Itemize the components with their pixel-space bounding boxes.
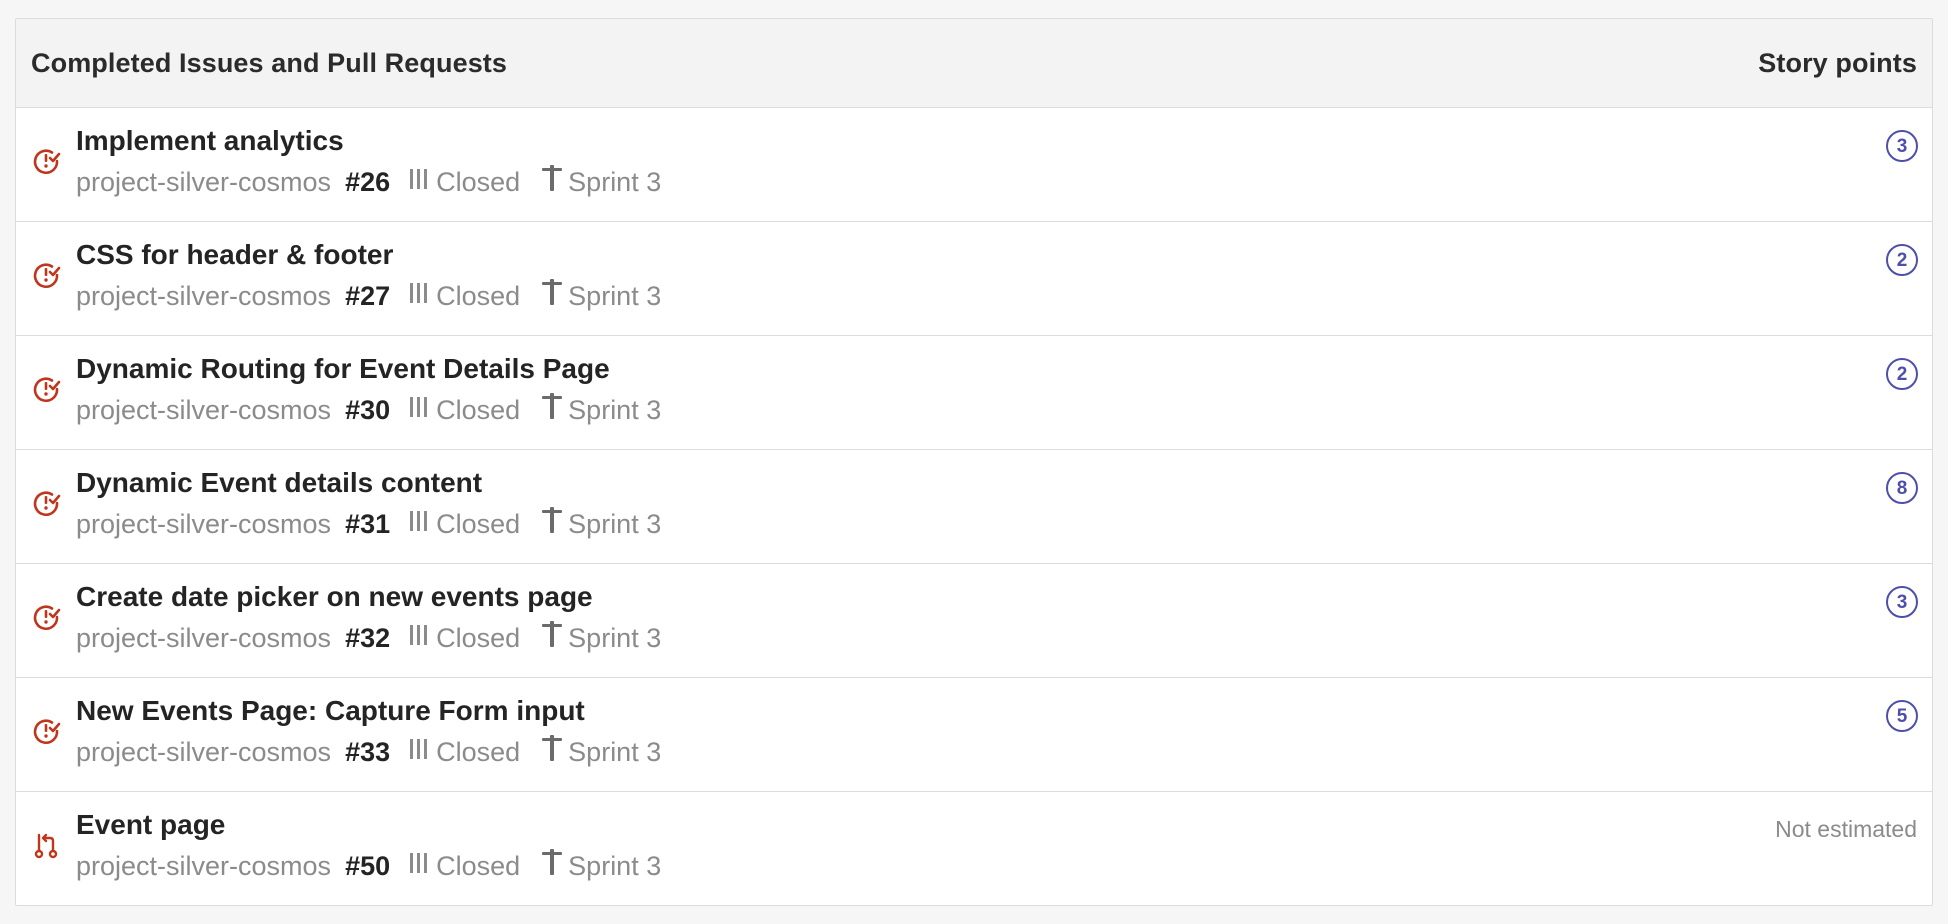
issue-repo[interactable]: project-silver-cosmos — [76, 165, 331, 199]
story-points-badge[interactable]: 2 — [1886, 358, 1918, 390]
issue-state: Closed — [436, 623, 521, 653]
issue-title[interactable]: Event page — [76, 808, 1812, 842]
pipeline-icon — [408, 279, 436, 313]
sprint-icon — [540, 734, 568, 770]
issue-number[interactable]: #26 — [345, 165, 390, 199]
sprint-icon — [540, 620, 568, 656]
pull-request-row[interactable]: Event page project-silver-cosmos #50 Clo… — [16, 792, 1932, 904]
panel-header: Completed Issues and Pull Requests Story… — [16, 19, 1932, 108]
issue-sprint[interactable]: Sprint 3 — [568, 165, 661, 199]
issue-row[interactable]: CSS for header & footer project-silver-c… — [16, 222, 1932, 336]
pipeline-icon — [408, 507, 436, 541]
issue-body: New Events Page: Capture Form input proj… — [76, 694, 1812, 770]
issue-body: CSS for header & footer project-silver-c… — [76, 238, 1812, 314]
sprint-icon — [540, 848, 568, 884]
issue-repo[interactable]: project-silver-cosmos — [76, 849, 331, 883]
pipeline-icon — [408, 621, 436, 655]
issue-body: Create date picker on new events page pr… — [76, 580, 1812, 656]
issue-meta: project-silver-cosmos #27 Closed Sprint … — [76, 278, 1812, 314]
pull-request-icon — [31, 830, 61, 860]
issue-repo[interactable]: project-silver-cosmos — [76, 621, 331, 655]
sprint-icon — [540, 164, 568, 200]
story-points-badge[interactable]: 3 — [1886, 586, 1918, 618]
issue-number[interactable]: #33 — [345, 735, 390, 769]
issue-list: Implement analytics project-silver-cosmo… — [16, 108, 1932, 904]
issue-state: Closed — [436, 167, 521, 197]
issue-meta: project-silver-cosmos #33 Closed Sprint … — [76, 734, 1812, 770]
issue-row[interactable]: Create date picker on new events page pr… — [16, 564, 1932, 678]
issue-body: Implement analytics project-silver-cosmo… — [76, 124, 1812, 200]
issue-sprint[interactable]: Sprint 3 — [568, 849, 661, 883]
issue-title[interactable]: CSS for header & footer — [76, 238, 1812, 272]
issue-number[interactable]: #50 — [345, 849, 390, 883]
sprint-icon — [540, 506, 568, 542]
completed-issues-panel: Completed Issues and Pull Requests Story… — [15, 18, 1933, 906]
issue-state: Closed — [436, 509, 521, 539]
issue-meta: project-silver-cosmos #50 Closed Sprint … — [76, 848, 1812, 884]
issue-closed-icon — [31, 602, 61, 632]
issue-closed-icon — [31, 146, 61, 176]
issue-sprint[interactable]: Sprint 3 — [568, 621, 661, 655]
pipeline-icon — [408, 735, 436, 769]
issue-title[interactable]: Implement analytics — [76, 124, 1812, 158]
issue-meta: project-silver-cosmos #31 Closed Sprint … — [76, 506, 1812, 542]
issue-closed-icon — [31, 488, 61, 518]
issue-number[interactable]: #32 — [345, 621, 390, 655]
panel-title: Completed Issues and Pull Requests — [31, 47, 508, 78]
issue-row[interactable]: Implement analytics project-silver-cosmo… — [16, 108, 1932, 222]
pipeline-icon — [408, 849, 436, 883]
story-points-badge[interactable]: 5 — [1886, 700, 1918, 732]
issue-state: Closed — [436, 737, 521, 767]
issue-repo[interactable]: project-silver-cosmos — [76, 507, 331, 541]
issue-number[interactable]: #31 — [345, 507, 390, 541]
story-points-badge[interactable]: 3 — [1886, 130, 1918, 162]
issue-closed-icon — [31, 716, 61, 746]
story-points-badge[interactable]: 8 — [1886, 472, 1918, 504]
issue-state: Closed — [436, 395, 521, 425]
issue-title[interactable]: Dynamic Event details content — [76, 466, 1812, 500]
issue-repo[interactable]: project-silver-cosmos — [76, 393, 331, 427]
issue-state: Closed — [436, 281, 521, 311]
pipeline-icon — [408, 393, 436, 427]
issue-number[interactable]: #30 — [345, 393, 390, 427]
sprint-icon — [540, 392, 568, 428]
issue-meta: project-silver-cosmos #30 Closed Sprint … — [76, 392, 1812, 428]
issue-row[interactable]: New Events Page: Capture Form input proj… — [16, 678, 1932, 792]
issue-title[interactable]: Create date picker on new events page — [76, 580, 1812, 614]
pipeline-icon — [408, 165, 436, 199]
story-points-not-estimated[interactable]: Not estimated — [1775, 816, 1917, 843]
issue-closed-icon — [31, 374, 61, 404]
issue-row[interactable]: Dynamic Event details content project-si… — [16, 450, 1932, 564]
issue-body: Dynamic Routing for Event Details Page p… — [76, 352, 1812, 428]
story-points-column-label: Story points — [1758, 47, 1917, 78]
issue-closed-icon — [31, 260, 61, 290]
issue-meta: project-silver-cosmos #32 Closed Sprint … — [76, 620, 1812, 656]
issue-sprint[interactable]: Sprint 3 — [568, 279, 661, 313]
issue-meta: project-silver-cosmos #26 Closed Sprint … — [76, 164, 1812, 200]
issue-body: Event page project-silver-cosmos #50 Clo… — [76, 808, 1812, 884]
issue-repo[interactable]: project-silver-cosmos — [76, 279, 331, 313]
issue-title[interactable]: New Events Page: Capture Form input — [76, 694, 1812, 728]
issue-sprint[interactable]: Sprint 3 — [568, 507, 661, 541]
issue-sprint[interactable]: Sprint 3 — [568, 735, 661, 769]
issue-repo[interactable]: project-silver-cosmos — [76, 735, 331, 769]
issue-sprint[interactable]: Sprint 3 — [568, 393, 661, 427]
issue-title[interactable]: Dynamic Routing for Event Details Page — [76, 352, 1812, 386]
issue-state: Closed — [436, 851, 521, 881]
issue-body: Dynamic Event details content project-si… — [76, 466, 1812, 542]
issue-row[interactable]: Dynamic Routing for Event Details Page p… — [16, 336, 1932, 450]
story-points-badge[interactable]: 2 — [1886, 244, 1918, 276]
sprint-icon — [540, 278, 568, 314]
issue-number[interactable]: #27 — [345, 279, 390, 313]
